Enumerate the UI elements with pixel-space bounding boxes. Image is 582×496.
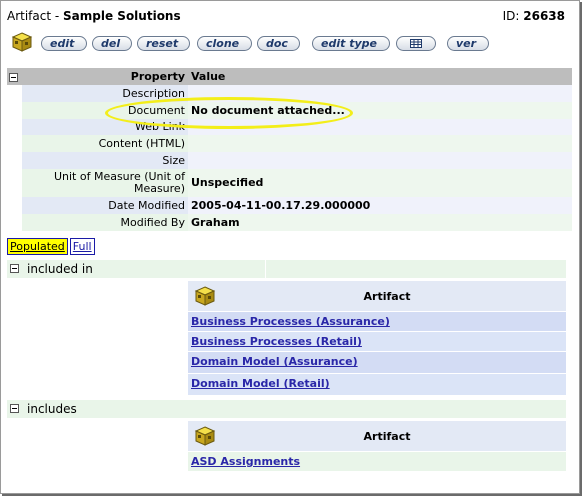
view-tabs: Populated Full xyxy=(7,238,97,255)
collapse-includes-icon[interactable] xyxy=(10,404,19,413)
id-label: ID: xyxy=(502,9,520,23)
property-value xyxy=(188,135,572,153)
ver-button[interactable]: ver xyxy=(447,36,489,51)
property-row-web-link: Web Link xyxy=(7,118,572,136)
properties-header-row: Property Value xyxy=(7,68,572,85)
value-column-header: Value xyxy=(188,68,572,85)
artifact-link[interactable]: Domain Model (Retail) xyxy=(191,377,330,390)
property-value: Unspecified xyxy=(188,168,572,197)
artifact-window: Artifact - Sample Solutions ID: 26638 ed… xyxy=(0,0,580,494)
artifact-column-label: Artifact xyxy=(363,290,411,303)
included-in-section-header: included in xyxy=(7,260,566,278)
included-in-title: included in xyxy=(27,262,93,276)
includes-list: Artifact ASD Assignments xyxy=(188,421,566,471)
property-value: Graham xyxy=(188,213,572,231)
property-row-date-modified: Date Modified 2005-04-11-00.17.29.000000 xyxy=(7,196,572,214)
id-value: 26638 xyxy=(523,9,565,23)
properties-table: Property Value Description Document No d… xyxy=(7,68,572,231)
includes-column-header: Artifact xyxy=(188,421,566,451)
property-row-size: Size xyxy=(7,152,572,169)
del-button[interactable]: del xyxy=(92,36,132,51)
property-row-content-html: Content (HTML) xyxy=(7,135,572,153)
collapse-included-in-icon[interactable] xyxy=(10,264,19,273)
property-value xyxy=(188,85,572,102)
tab-full[interactable]: Full xyxy=(69,238,95,255)
doc-button[interactable]: doc xyxy=(257,36,300,51)
list-item: Business Processes (Retail) xyxy=(188,331,566,351)
property-row-modified-by: Modified By Graham xyxy=(7,213,572,231)
includes-section-header: includes xyxy=(7,400,566,418)
includes-title: includes xyxy=(27,402,77,416)
artifact-name: Sample Solutions xyxy=(63,9,181,23)
artifact-column-label: Artifact xyxy=(363,430,411,443)
edit-type-button[interactable]: edit type xyxy=(312,36,390,51)
property-column-header: Property xyxy=(22,68,188,85)
reset-button[interactable]: reset xyxy=(137,36,190,51)
page-header: Artifact - Sample Solutions ID: 26638 xyxy=(7,9,565,25)
property-label: Web Link xyxy=(22,118,188,136)
grid-icon xyxy=(410,39,422,48)
property-label: Date Modified xyxy=(22,196,188,214)
property-label: Content (HTML) xyxy=(22,135,188,153)
included-in-list: Artifact Business Processes (Assurance) … xyxy=(188,281,566,395)
artifact-link[interactable]: ASD Assignments xyxy=(191,455,300,468)
property-row-description: Description xyxy=(7,85,572,102)
tab-populated[interactable]: Populated xyxy=(7,238,68,255)
property-row-unit-of-measure: Unit of Measure (Unit of Measure) Unspec… xyxy=(7,168,572,197)
grid-view-button[interactable] xyxy=(396,36,436,51)
included-in-column-header: Artifact xyxy=(188,281,566,311)
artifact-link[interactable]: Business Processes (Retail) xyxy=(191,335,362,348)
property-label: Unit of Measure (Unit of Measure) xyxy=(22,168,188,197)
property-value xyxy=(188,118,572,136)
artifact-type-label: Artifact xyxy=(7,9,52,23)
property-label: Description xyxy=(22,85,188,102)
artifact-link[interactable]: Business Processes (Assurance) xyxy=(191,315,390,328)
property-value xyxy=(188,152,572,169)
property-label: Document xyxy=(22,101,188,119)
artifact-cube-icon xyxy=(11,31,33,53)
property-label: Modified By xyxy=(22,213,188,231)
clone-button[interactable]: clone xyxy=(197,36,252,51)
artifact-link[interactable]: Domain Model (Assurance) xyxy=(191,355,358,368)
list-item: Business Processes (Assurance) xyxy=(188,311,566,331)
minus-icon xyxy=(9,72,18,82)
edit-button[interactable]: edit xyxy=(41,36,87,51)
property-label: Size xyxy=(22,152,188,169)
artifact-id: ID: 26638 xyxy=(503,9,565,23)
list-item: Domain Model (Assurance) xyxy=(188,351,566,373)
list-item: ASD Assignments xyxy=(188,451,566,471)
property-value: 2005-04-11-00.17.29.000000 xyxy=(188,196,572,214)
header-separator: - xyxy=(51,9,64,23)
property-row-document: Document No document attached... xyxy=(7,101,572,119)
list-item: Domain Model (Retail) xyxy=(188,373,566,395)
collapse-properties-toggle[interactable] xyxy=(7,68,22,85)
property-value: No document attached... xyxy=(188,101,572,119)
